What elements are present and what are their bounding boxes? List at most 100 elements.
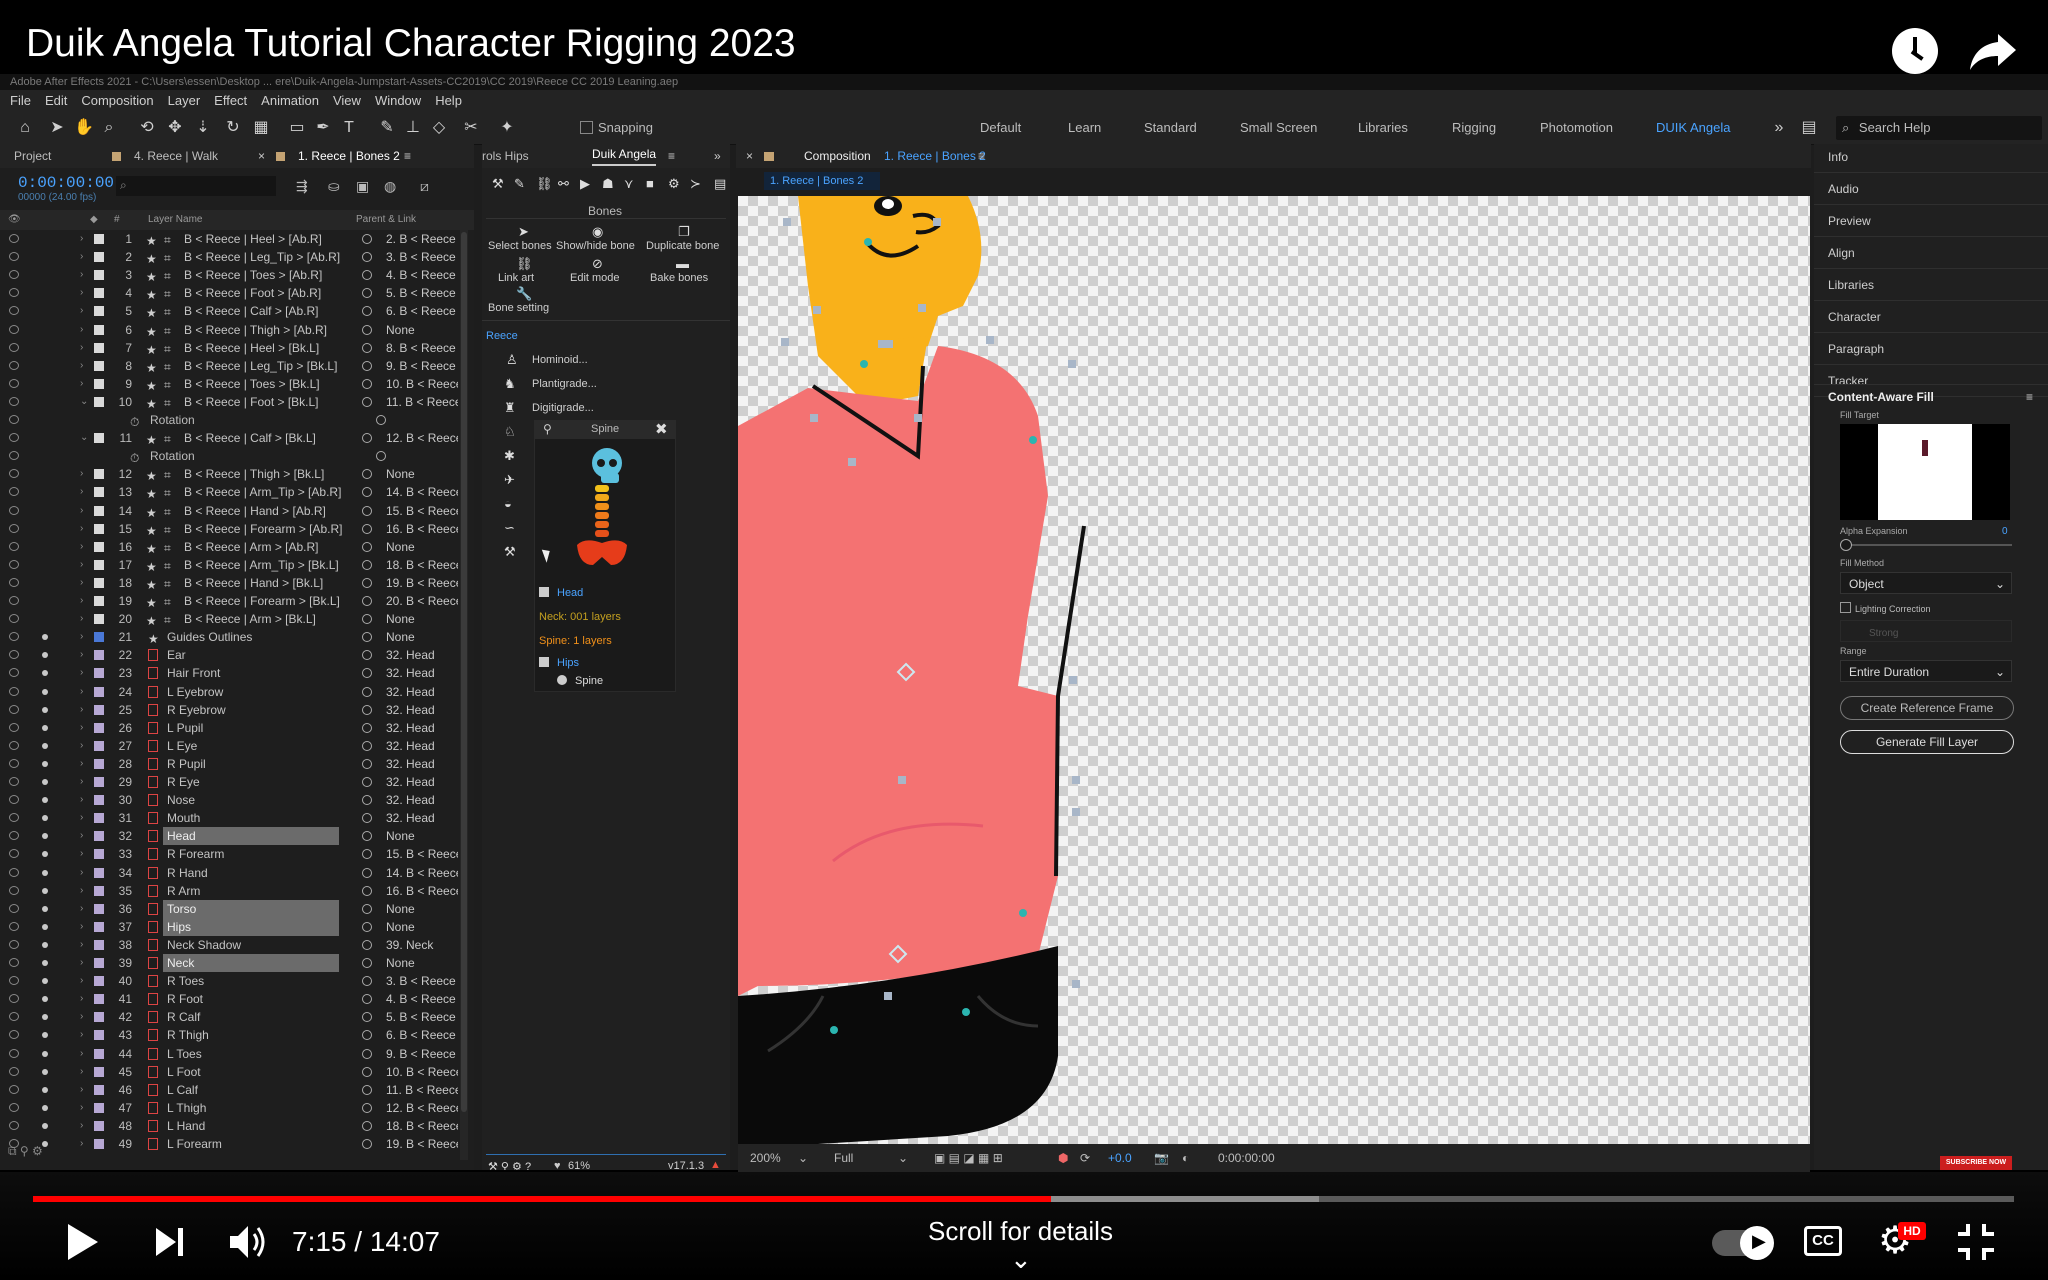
visibility-eye-icon[interactable] — [9, 324, 19, 334]
label-color-swatch[interactable] — [94, 324, 104, 335]
rigging-icon[interactable]: ⚒ — [492, 176, 504, 192]
link-icon[interactable]: ⛓ — [536, 176, 553, 192]
fill-method-select[interactable]: Object ⌄ — [1840, 572, 2012, 594]
layer-name[interactable]: L Pupil — [167, 719, 337, 737]
visibility-eye-icon[interactable] — [9, 849, 19, 859]
camera-icon[interactable]: ■ — [646, 176, 654, 191]
layer-name[interactable]: B < Reece | Heel > [Bk.L] — [184, 339, 354, 357]
expand-closed-icon[interactable]: › — [80, 809, 83, 827]
pick-whip-icon[interactable] — [362, 487, 372, 498]
spine-diagram-icon[interactable] — [565, 447, 645, 577]
pick-whip-icon[interactable] — [376, 451, 386, 462]
pick-whip-icon[interactable] — [362, 577, 372, 588]
layer-name[interactable]: L Hand — [167, 1117, 337, 1135]
pick-whip-icon[interactable] — [362, 252, 372, 263]
expand-closed-icon[interactable]: › — [80, 556, 83, 574]
exit-fullscreen-icon[interactable] — [1956, 1222, 1996, 1262]
label-color-swatch[interactable] — [94, 704, 104, 715]
pick-whip-icon[interactable] — [362, 1012, 372, 1023]
visibility-eye-icon[interactable] — [9, 252, 19, 262]
expand-closed-icon[interactable]: › — [80, 845, 83, 863]
chevron-down-icon[interactable]: ⌄ — [1010, 1244, 1032, 1275]
label-color-swatch[interactable] — [94, 614, 104, 625]
solo-dot-icon[interactable] — [42, 923, 48, 930]
lock-icon[interactable] — [764, 152, 774, 161]
visibility-eye-icon[interactable] — [9, 668, 19, 678]
layer-row[interactable]: › 31 Mouth 32. Head — [0, 809, 460, 827]
layer-row[interactable]: › 27 L Eye 32. Head — [0, 737, 460, 755]
solo-dot-icon[interactable] — [42, 742, 48, 749]
layer-row[interactable]: ⌄ 11 ★ ⌗ B < Reece | Calf > [Bk.L] 12. B < Re… — [0, 429, 460, 447]
expand-closed-icon[interactable]: › — [80, 1026, 83, 1044]
parent-select[interactable]: 14. B < Reece — [386, 483, 458, 501]
label-color-swatch[interactable] — [94, 306, 104, 317]
visibility-eye-icon[interactable] — [9, 415, 19, 424]
panel-menu-icon[interactable]: ≡ — [404, 144, 411, 168]
visibility-eye-icon[interactable] — [9, 650, 19, 660]
layer-name[interactable]: R Calf — [167, 1008, 337, 1026]
timecode-display[interactable]: 0:00:00:00 — [18, 174, 114, 192]
label-color-swatch[interactable] — [94, 1048, 104, 1059]
solo-dot-icon[interactable] — [42, 887, 48, 894]
solo-dot-icon[interactable] — [42, 1086, 48, 1093]
layer-name[interactable]: B < Reece | Hand > [Bk.L] — [184, 574, 354, 592]
layer-row[interactable]: › 28 R Pupil 32. Head — [0, 755, 460, 773]
label-color-swatch[interactable] — [94, 921, 104, 932]
visibility-eye-icon[interactable] — [9, 541, 19, 551]
layer-name[interactable]: B < Reece | Forearm > [Bk.L] — [184, 592, 354, 610]
layer-name[interactable]: Hair Front — [167, 664, 337, 682]
layer-name[interactable]: Neck Shadow — [167, 936, 337, 954]
solo-dot-icon[interactable] — [42, 797, 48, 804]
menu-window[interactable]: Window — [375, 93, 421, 108]
layer-name[interactable]: Head — [163, 827, 339, 846]
workspace-libraries[interactable]: Libraries — [1358, 120, 1408, 135]
layer-name[interactable]: B < Reece | Leg_Tip > [Bk.L] — [184, 357, 354, 375]
visibility-eye-icon[interactable] — [9, 433, 19, 443]
layer-name[interactable]: B < Reece | Arm_Tip > [Ab.R] — [184, 483, 354, 501]
pick-whip-icon[interactable] — [376, 415, 386, 425]
parent-select[interactable]: 32. Head — [386, 646, 458, 664]
visibility-eye-icon[interactable] — [9, 704, 19, 714]
video-progress-bar[interactable] — [33, 1196, 2014, 1202]
parent-select[interactable]: 6. B < Reece — [386, 302, 458, 320]
layer-row[interactable]: › 45 L Foot 10. B < Reece — [0, 1063, 460, 1081]
duplicate-bone-button[interactable]: Duplicate bone — [646, 240, 719, 252]
solo-dot-icon[interactable] — [42, 941, 48, 948]
visibility-eye-icon[interactable] — [9, 270, 19, 280]
expand-closed-icon[interactable]: › — [80, 683, 83, 701]
layer-name[interactable]: B < Reece | Arm_Tip > [Bk.L] — [184, 556, 354, 574]
parent-select[interactable]: None — [386, 538, 458, 556]
visibility-eye-icon[interactable] — [9, 378, 19, 388]
panel-tracker[interactable]: Tracker — [1828, 374, 1868, 388]
parent-header[interactable]: Parent & Link — [356, 210, 416, 230]
layer-row[interactable]: › 37 Hips None — [0, 917, 460, 936]
magnification-select[interactable]: 200% — [750, 1144, 781, 1172]
label-color-swatch[interactable] — [94, 686, 104, 697]
panel-menu-icon[interactable]: ≡ — [2026, 390, 2033, 404]
expand-closed-icon[interactable]: › — [80, 646, 83, 664]
expand-closed-icon[interactable]: › — [80, 1135, 83, 1153]
label-color-swatch[interactable] — [94, 650, 104, 661]
bake-bones-button[interactable]: Bake bones — [650, 272, 708, 284]
layer-row[interactable]: › 22 Ear 32. Head — [0, 646, 460, 664]
menu-animation[interactable]: Animation — [261, 93, 319, 108]
visibility-eye-icon[interactable] — [9, 885, 19, 895]
label-color-swatch[interactable] — [94, 1120, 104, 1131]
parent-select[interactable]: 32. Head — [386, 683, 458, 701]
pick-whip-icon[interactable] — [362, 867, 372, 878]
rotate-tool-icon[interactable]: ↻ — [224, 119, 242, 137]
parent-select[interactable]: None — [386, 900, 458, 918]
layer-name[interactable]: R Foot — [167, 990, 337, 1008]
parent-select[interactable]: 15. B < Reece — [386, 502, 458, 520]
parent-select[interactable]: 19. B < Reece — [386, 574, 458, 592]
workspace-duik-angela[interactable]: DUIK Angela — [1656, 120, 1730, 135]
expand-closed-icon[interactable]: › — [80, 864, 83, 882]
parent-select[interactable]: 32. Head — [386, 773, 458, 791]
parent-select[interactable]: 16. B < Reece — [386, 520, 458, 538]
pin-icon[interactable]: ⚲ — [543, 422, 552, 436]
visibility-eye-icon[interactable] — [9, 360, 19, 370]
layer-row[interactable]: › 17 ★ ⌗ B < Reece | Arm_Tip > [Bk.L] 18. B <… — [0, 556, 460, 574]
layer-row[interactable]: › 40 R Toes 3. B < Reece — [0, 972, 460, 990]
layer-name[interactable]: L Calf — [167, 1081, 337, 1099]
show-hide-bone-button[interactable]: Show/hide bone — [556, 240, 635, 252]
